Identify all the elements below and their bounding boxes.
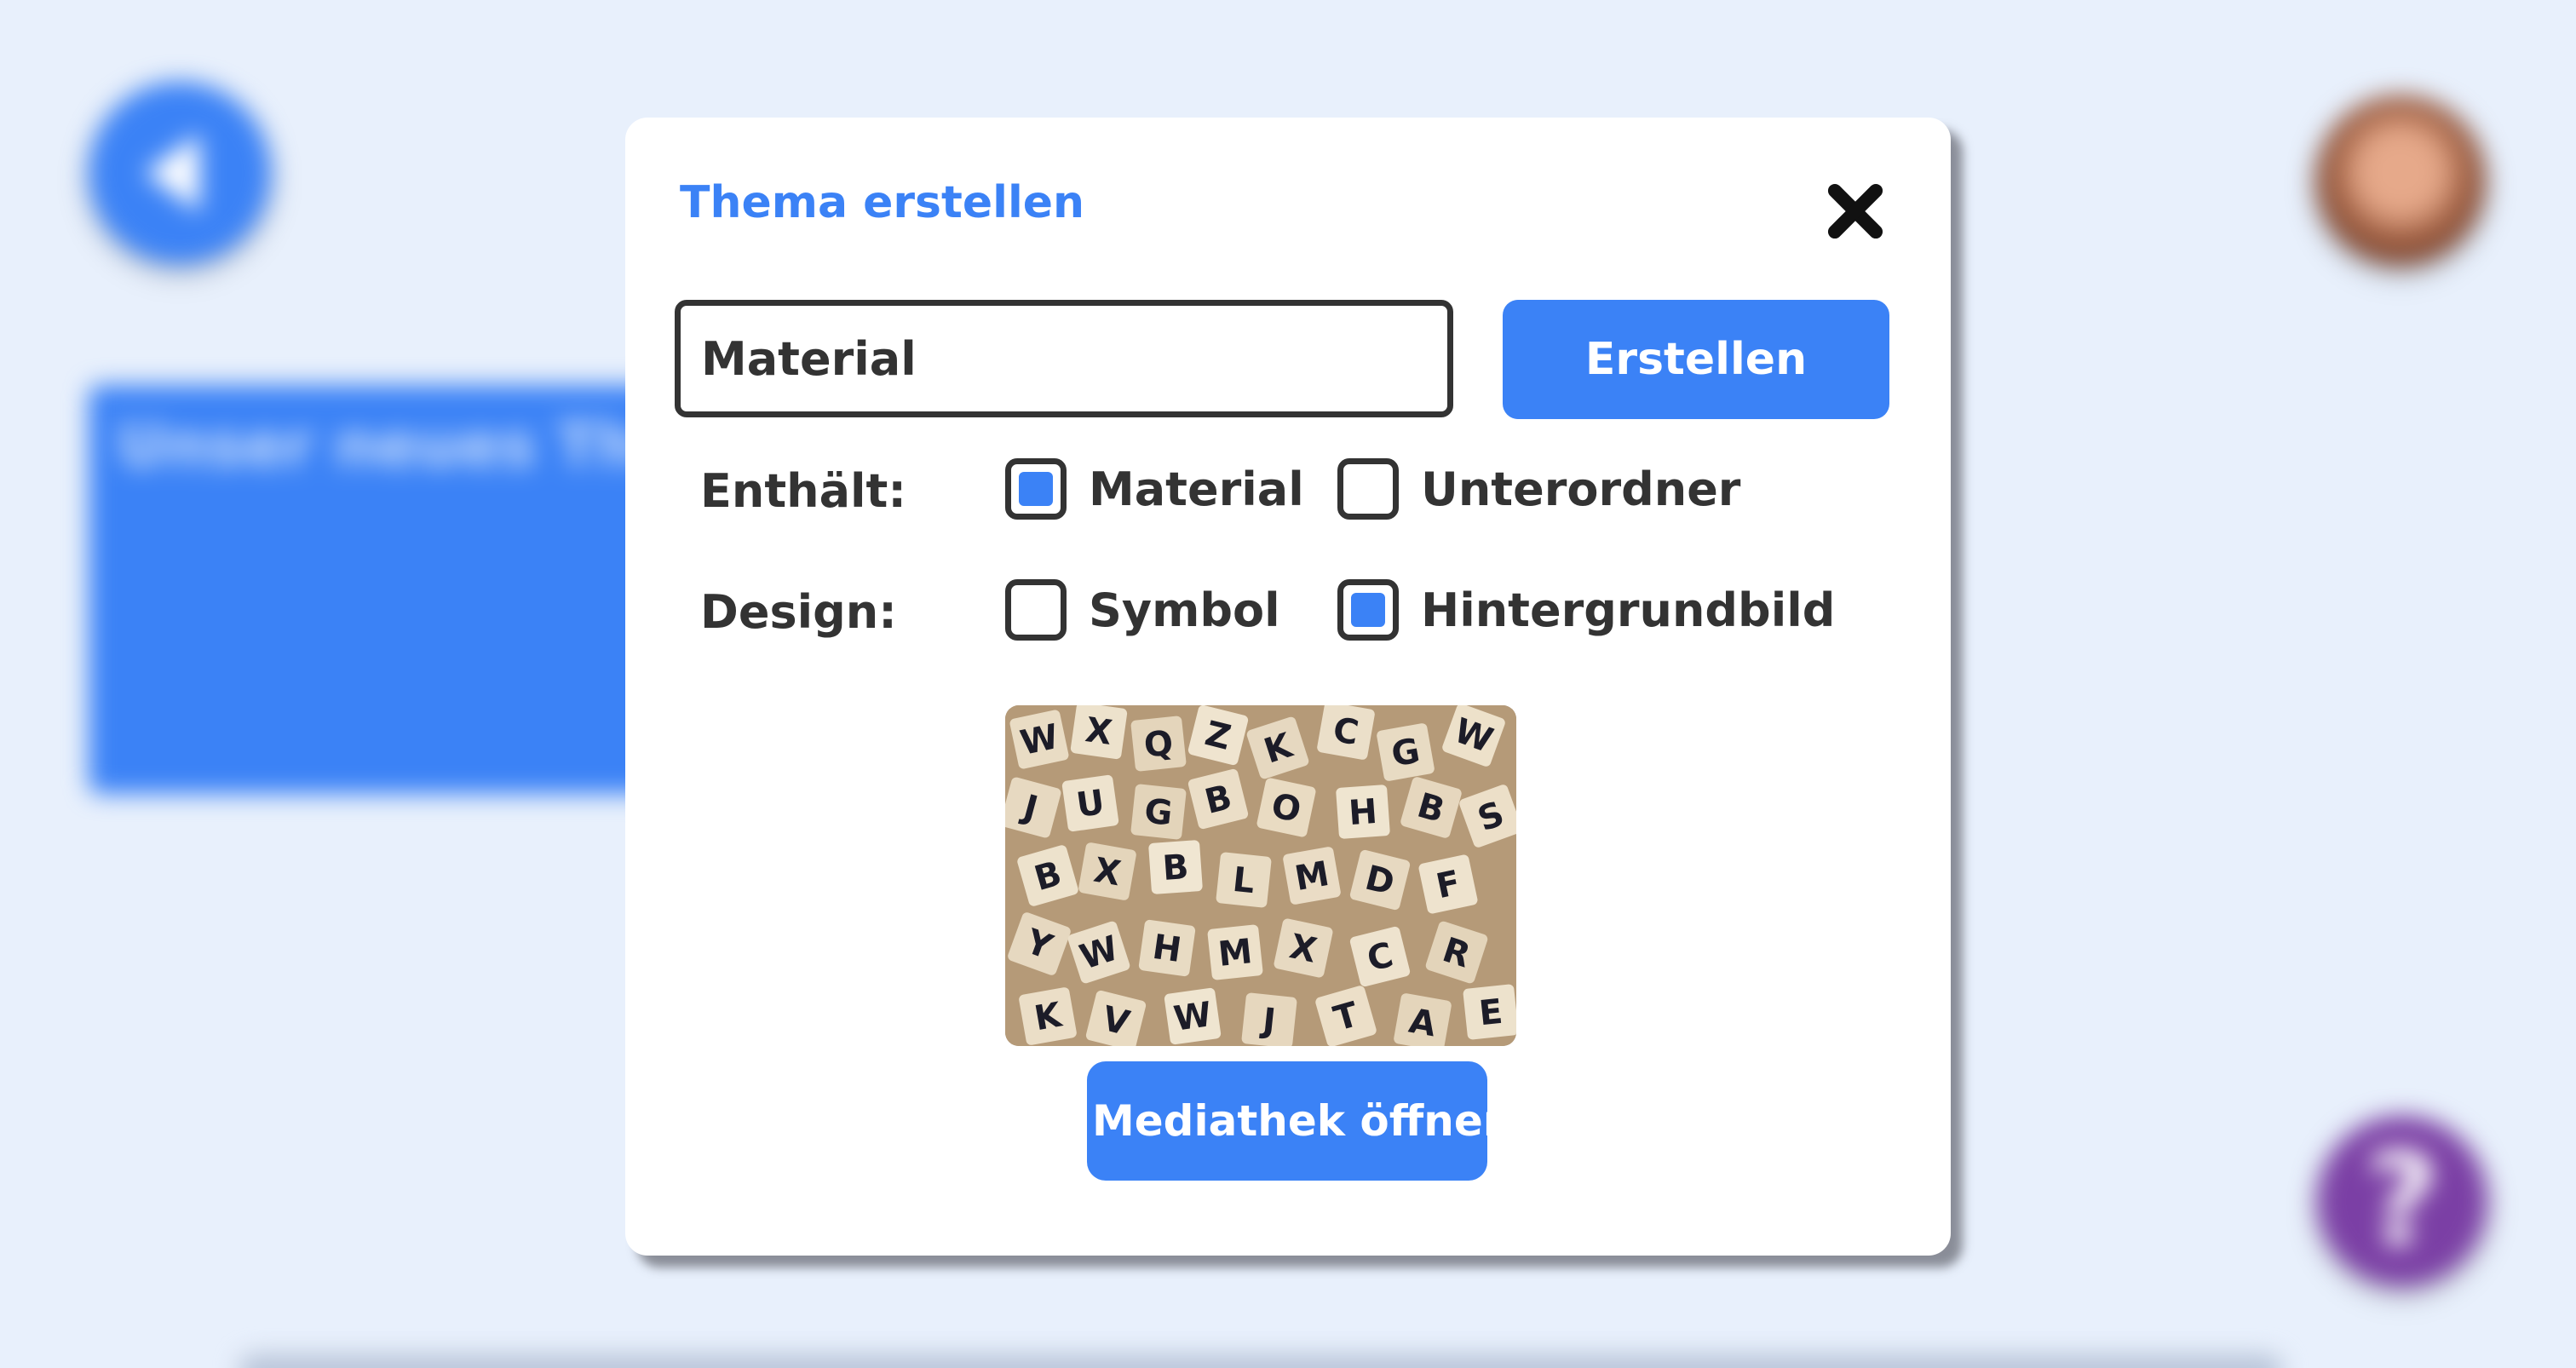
bottom-bar	[239, 1354, 2283, 1368]
checkbox-symbol-box[interactable]	[1005, 579, 1067, 641]
contains-label: Enthält:	[700, 464, 906, 518]
svg-text:E: E	[1477, 992, 1504, 1034]
checkbox-symbol-label: Symbol	[1089, 583, 1280, 637]
help-icon: ?	[2317, 1116, 2487, 1286]
svg-text:B: B	[1161, 848, 1190, 888]
checkbox-material-label: Material	[1089, 462, 1304, 516]
svg-text:W: W	[1171, 995, 1214, 1039]
svg-text:L: L	[1231, 860, 1256, 901]
svg-text:Q: Q	[1142, 723, 1176, 765]
checkbox-background-image-label: Hintergrundbild	[1421, 583, 1836, 637]
avatar	[2315, 95, 2486, 266]
checkbox-subfolder[interactable]: Unterordner	[1337, 458, 1740, 520]
checkbox-background-image[interactable]: Hintergrundbild	[1337, 579, 1835, 641]
background-image-preview: W X Q Z K C G W J U G B O H B S B X B L	[1005, 705, 1516, 1046]
dialog-title: Thema erstellen	[680, 177, 1085, 228]
svg-text:W: W	[1017, 717, 1062, 763]
svg-text:M: M	[1292, 854, 1332, 899]
checkbox-material-box[interactable]	[1005, 458, 1067, 520]
svg-text:U: U	[1074, 783, 1107, 825]
checkbox-subfolder-box[interactable]	[1337, 458, 1399, 520]
topic-card: Unser neues Thema	[89, 385, 783, 794]
create-button[interactable]: Erstellen	[1503, 300, 1889, 419]
svg-text:X: X	[1083, 710, 1114, 753]
close-icon[interactable]	[1820, 175, 1891, 247]
back-button	[89, 82, 271, 264]
checkbox-background-image-box[interactable]	[1337, 579, 1399, 641]
arrow-left-icon	[145, 134, 199, 212]
topic-name-input[interactable]	[675, 300, 1453, 417]
open-media-library-button[interactable]: Mediathek öffnen	[1087, 1061, 1513, 1181]
svg-text:H: H	[1150, 928, 1184, 970]
design-label: Design:	[700, 585, 897, 639]
create-topic-dialog: Thema erstellen Erstellen Enthält: Mater…	[625, 118, 1951, 1256]
svg-text:M: M	[1216, 932, 1254, 974]
svg-text:H: H	[1348, 792, 1379, 833]
checkbox-subfolder-label: Unterordner	[1421, 462, 1741, 516]
svg-text:G: G	[1142, 791, 1174, 833]
checkbox-symbol[interactable]: Symbol	[1005, 579, 1280, 641]
checkbox-material[interactable]: Material	[1005, 458, 1304, 520]
